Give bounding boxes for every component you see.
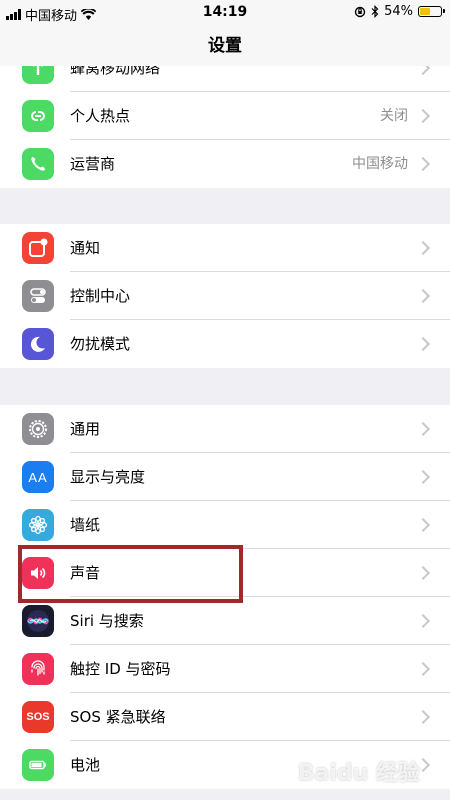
watermark: Baidu 经验: [297, 761, 420, 786]
settings-row-label: 通知: [70, 239, 101, 257]
settings-row-do-not-disturb[interactable]: 勿扰模式: [0, 320, 450, 368]
settings-row-label: 控制中心: [70, 287, 131, 305]
settings-row-label: 显示与亮度: [70, 468, 146, 486]
gear-icon: [22, 413, 54, 445]
settings-row-label: 触控 ID 与密码: [70, 660, 171, 678]
settings-row-display[interactable]: AA 显示与亮度: [0, 453, 450, 501]
settings-row-label: 通用: [70, 420, 101, 438]
status-right: 54%: [354, 4, 445, 19]
chevron-right-icon: [415, 240, 431, 256]
orientation-lock-icon: [354, 6, 366, 17]
chevron-right-icon: [415, 661, 431, 677]
settings-row-label: 电池: [70, 756, 101, 774]
battery-icon: [22, 749, 54, 781]
siri-icon: [22, 605, 54, 637]
settings-row-label: 声音: [70, 564, 101, 582]
chevron-right-icon: [415, 613, 431, 629]
settings-row-value: 中国移动: [352, 156, 408, 172]
fingerprint-icon: [22, 653, 54, 685]
chevron-right-icon: [415, 421, 431, 437]
settings-group-network: 蜂窝移动网络 个人热点 关闭 运营商 中国移动: [0, 66, 450, 188]
chevron-right-icon: [415, 288, 431, 304]
control-center-icon: [22, 280, 54, 312]
notifications-icon: [22, 232, 54, 264]
chevron-right-icon: [415, 336, 431, 352]
sos-icon: SOS: [22, 701, 54, 733]
wallpaper-icon: [22, 509, 54, 541]
chevron-right-icon: [415, 709, 431, 725]
settings-row-label: Siri 与搜索: [70, 612, 144, 630]
settings-row-label: SOS 紧急联络: [70, 708, 166, 726]
chevron-right-icon: [415, 66, 431, 76]
cellular-icon: [22, 66, 54, 84]
settings-row-label: 个人热点: [70, 107, 131, 125]
chevron-right-icon: [415, 108, 431, 124]
chevron-right-icon: [415, 156, 431, 172]
display-icon-text: AA: [28, 469, 48, 485]
settings-row-carrier[interactable]: 运营商 中国移动: [0, 140, 450, 188]
settings-row-label: 蜂窝移动网络: [70, 66, 161, 77]
moon-icon: [22, 328, 54, 360]
settings-row-sounds[interactable]: 声音: [0, 549, 450, 597]
settings-list[interactable]: 蜂窝移动网络 个人热点 关闭 运营商 中国移动 通知 控制中心 勿扰模式 通用 …: [0, 66, 450, 800]
sos-icon-text: SOS: [26, 711, 50, 723]
hotspot-icon: [22, 100, 54, 132]
battery-level-fill: [420, 8, 430, 15]
nav-title: 设置: [0, 26, 450, 66]
battery-indicator-icon: [418, 6, 445, 17]
settings-row-cellular[interactable]: 蜂窝移动网络: [0, 66, 450, 92]
settings-row-sos[interactable]: SOS SOS 紧急联络: [0, 693, 450, 741]
bluetooth-icon: [371, 5, 379, 18]
settings-row-label: 勿扰模式: [70, 335, 131, 353]
phone-icon: [22, 148, 54, 180]
settings-row-general[interactable]: 通用: [0, 405, 450, 453]
settings-row-hotspot[interactable]: 个人热点 关闭: [0, 92, 450, 140]
settings-row-siri[interactable]: Siri 与搜索: [0, 597, 450, 645]
status-bar: 中国移动 14:19 54%: [0, 0, 450, 26]
settings-group-general: 通用 AA 显示与亮度 墙纸 声音 Siri 与搜索 触控 ID 与密码 SOS…: [0, 405, 450, 789]
settings-row-label: 墙纸: [70, 516, 101, 534]
chevron-right-icon: [415, 565, 431, 581]
settings-row-notifications[interactable]: 通知: [0, 224, 450, 272]
display-icon: AA: [22, 461, 54, 493]
speaker-icon: [22, 557, 54, 589]
settings-row-value: 关闭: [380, 108, 408, 124]
settings-row-wallpaper[interactable]: 墙纸: [0, 501, 450, 549]
settings-row-touch-id[interactable]: 触控 ID 与密码: [0, 645, 450, 693]
battery-percent: 54%: [384, 4, 413, 19]
settings-group-notifications: 通知 控制中心 勿扰模式: [0, 224, 450, 368]
chevron-right-icon: [415, 517, 431, 533]
settings-row-control-center[interactable]: 控制中心: [0, 272, 450, 320]
settings-row-label: 运营商: [70, 155, 116, 173]
chevron-right-icon: [415, 469, 431, 485]
